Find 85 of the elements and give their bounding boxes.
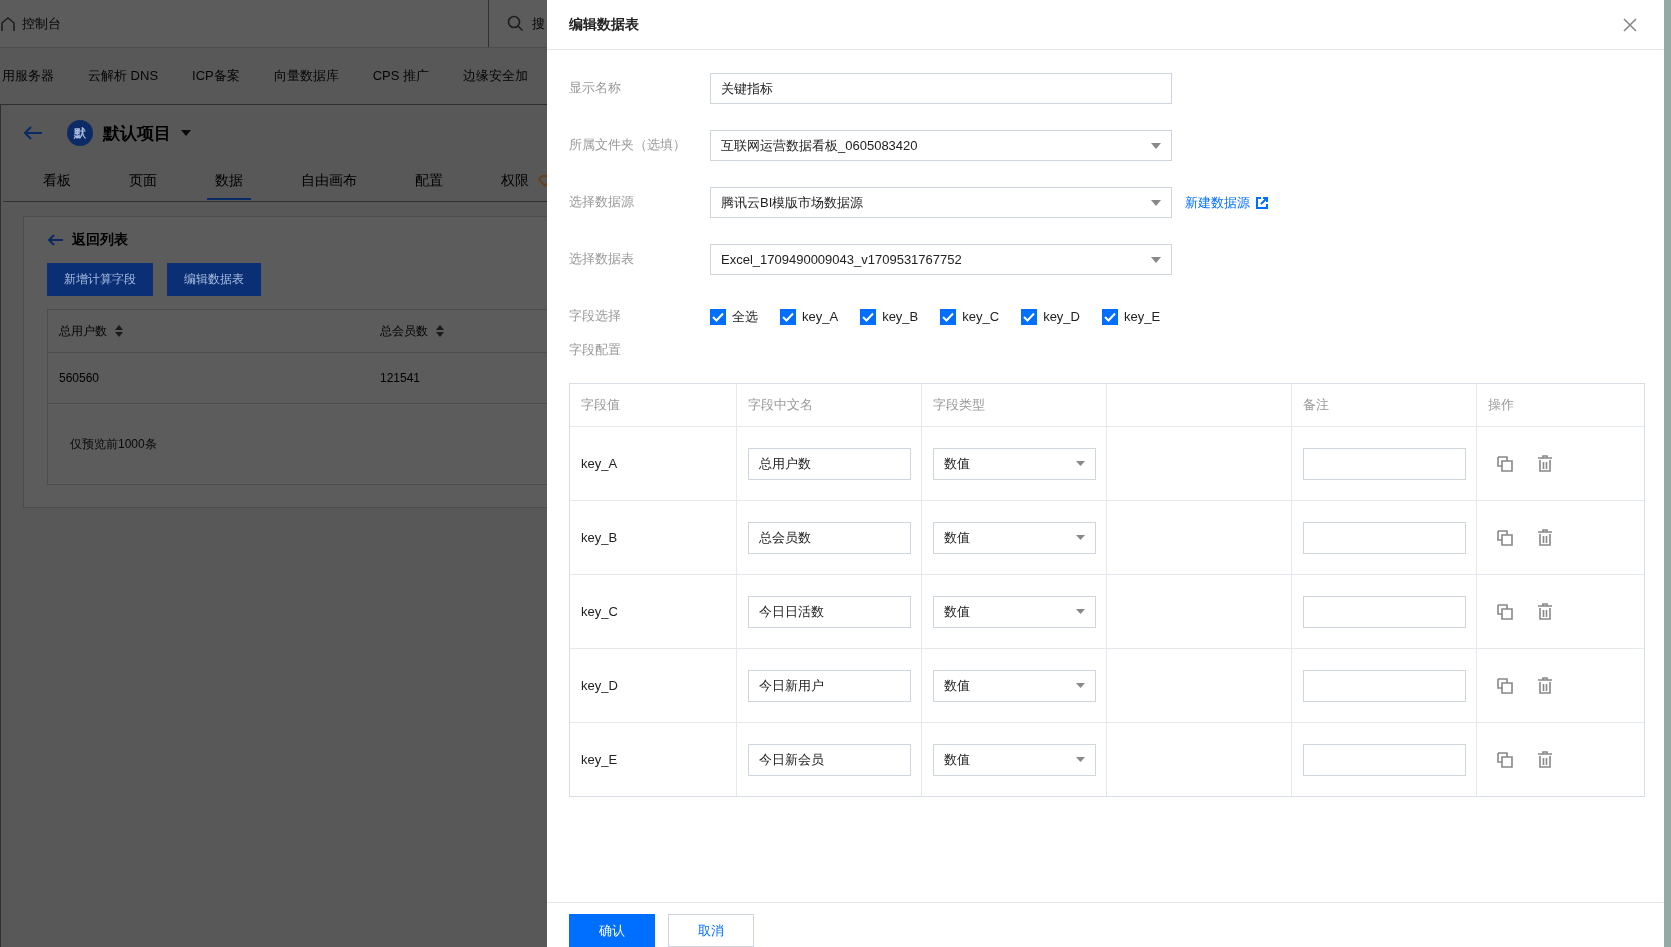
input-field[interactable] [1303, 669, 1466, 702]
input-field[interactable]: 总会员数 [748, 521, 911, 554]
table-cell: 121541 [380, 371, 421, 385]
select-field[interactable]: 数值 [933, 521, 1096, 554]
input-field[interactable]: 总用户数 [748, 447, 911, 480]
drawer-title: 编辑数据表 [569, 15, 639, 34]
input-field[interactable]: 今日新会员 [748, 743, 911, 776]
checkbox-label[interactable]: key_D [1043, 309, 1080, 324]
home-icon[interactable] [0, 15, 16, 32]
trash-icon[interactable] [1537, 677, 1553, 694]
confirm-button[interactable]: 确认 [569, 914, 655, 947]
select-field[interactable]: 数值 [933, 595, 1096, 628]
select-field[interactable]: 腾讯云BI模版市场数据源 [710, 187, 1172, 218]
trash-icon[interactable] [1537, 751, 1553, 768]
input-field[interactable]: 关键指标 [710, 73, 1172, 104]
column-header: 操作 [1488, 396, 1514, 414]
caret-icon[interactable] [1151, 142, 1161, 149]
copy-icon[interactable] [1497, 603, 1513, 620]
action-button[interactable]: 新增计算字段 [47, 263, 153, 296]
checkbox[interactable] [710, 308, 726, 325]
back-arrow-icon[interactable] [47, 233, 64, 247]
copy-icon[interactable] [1497, 677, 1513, 694]
select-field[interactable]: 互联网运营数据看板_0605083420 [710, 130, 1172, 161]
project-avatar: 默 [67, 120, 93, 146]
field-label: 字段选择 [569, 307, 622, 325]
trash-icon[interactable] [1537, 603, 1553, 620]
input-field[interactable] [1303, 743, 1466, 776]
caret-icon[interactable] [1076, 683, 1085, 688]
copy-icon[interactable] [1497, 455, 1513, 472]
input-field[interactable] [1303, 595, 1466, 628]
table-cell: key_B [581, 530, 618, 545]
table-cell: key_E [581, 752, 618, 767]
back-arrow-icon[interactable] [23, 125, 43, 141]
checkbox[interactable] [860, 308, 877, 325]
table-cell: key_D [581, 678, 618, 693]
field-label: 选择数据源 [569, 193, 635, 211]
copy-icon[interactable] [1497, 751, 1513, 768]
checkbox[interactable] [940, 308, 957, 325]
trash-icon[interactable] [1537, 455, 1553, 472]
column-header: 字段中文名 [748, 396, 813, 414]
column-header: 字段值 [581, 396, 620, 414]
input-field[interactable] [1303, 521, 1466, 554]
checkbox-label[interactable]: key_E [1124, 309, 1161, 324]
sort-icon[interactable] [115, 325, 123, 337]
select-field[interactable]: 数值 [933, 743, 1096, 776]
input-field[interactable]: 今日日活数 [748, 595, 911, 628]
cancel-button[interactable]: 取消 [668, 914, 754, 947]
checkbox-label[interactable]: key_A [802, 309, 839, 324]
caret-icon[interactable] [1076, 757, 1085, 762]
table-cell: key_C [581, 604, 618, 619]
checkbox[interactable] [780, 308, 796, 325]
scrollbar[interactable] [1664, 0, 1671, 947]
caret-icon[interactable] [1076, 461, 1085, 466]
checkbox-label[interactable]: key_C [962, 309, 1000, 324]
caret-icon[interactable] [1076, 535, 1085, 540]
caret-icon[interactable] [1151, 199, 1161, 206]
select-field[interactable]: Excel_1709490009043_v1709531767752 [710, 244, 1172, 275]
field-label: 字段配置 [569, 341, 621, 357]
caret-icon[interactable] [181, 130, 191, 136]
table-cell: key_A [581, 456, 618, 471]
select-field[interactable]: 数值 [933, 669, 1096, 702]
preview-note: 仅预览前1000条 [70, 435, 157, 453]
sort-icon[interactable] [436, 325, 444, 337]
trash-icon[interactable] [1537, 529, 1553, 546]
column-header: 字段类型 [933, 396, 985, 414]
close-icon[interactable] [1623, 17, 1637, 32]
field-label: 显示名称 [569, 79, 622, 97]
column-header: 备注 [1303, 396, 1329, 414]
checkbox[interactable] [1021, 308, 1038, 325]
input-field[interactable] [1303, 447, 1466, 480]
checkbox-label[interactable]: key_B [882, 309, 919, 324]
action-button[interactable]: 编辑数据表 [167, 263, 261, 296]
field-label: 选择数据表 [569, 250, 635, 268]
caret-icon[interactable] [1076, 609, 1085, 614]
new-datasource-link[interactable]: 新建数据源 [1185, 193, 1250, 212]
search-icon[interactable] [507, 15, 524, 32]
checkbox[interactable] [1102, 308, 1118, 325]
copy-icon[interactable] [1497, 529, 1513, 546]
select-field[interactable]: 数值 [933, 447, 1096, 480]
field-label: 所属文件夹（选填） [569, 136, 687, 154]
input-field[interactable]: 今日新用户 [748, 669, 911, 702]
caret-icon[interactable] [1151, 256, 1161, 263]
external-link-icon[interactable] [1256, 196, 1268, 209]
checkbox-label[interactable]: 全选 [732, 307, 758, 326]
table-cell: 560560 [59, 371, 100, 385]
